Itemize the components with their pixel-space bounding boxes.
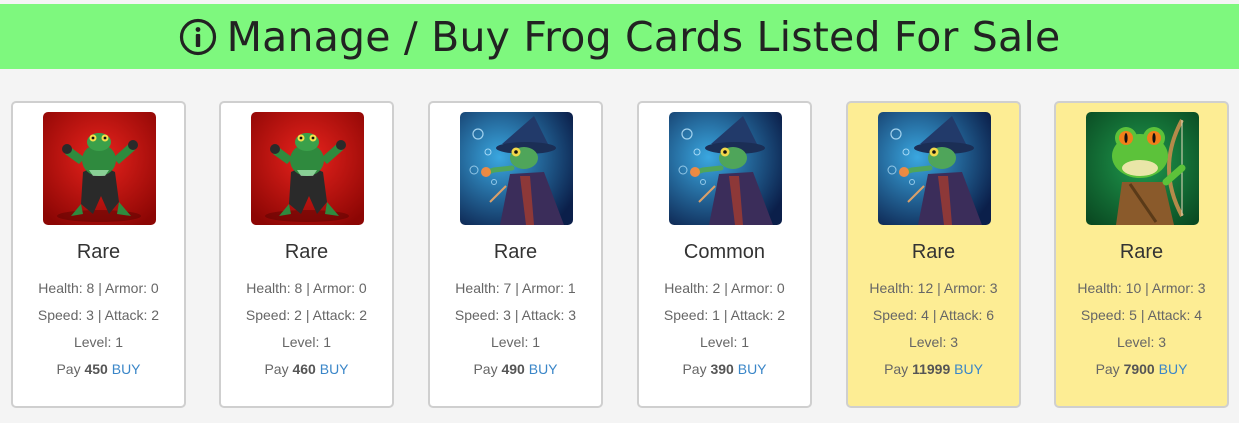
card-health-armor: Health: 8 | Armor: 0	[38, 280, 159, 296]
card-speed-attack: Speed: 3 | Attack: 3	[454, 307, 577, 323]
buy-button[interactable]: BUY	[112, 361, 141, 377]
card-price-row: Pay 450 BUY	[56, 361, 141, 377]
card-speed-attack: Speed: 4 | Attack: 6	[872, 307, 995, 323]
card-health-armor: Health: 12 | Armor: 3	[869, 280, 998, 296]
frog-card: Rare Health: 10 | Armor: 3 Speed: 5 | At…	[1054, 101, 1229, 408]
frog-card: Rare Health: 8 | Armor: 0 Speed: 2 | Att…	[219, 101, 394, 408]
frog-card-image	[669, 112, 782, 225]
info-circle-icon	[179, 18, 217, 56]
card-price: 7900	[1123, 361, 1155, 377]
frog-card-image	[251, 112, 364, 225]
buy-button[interactable]: BUY	[738, 361, 767, 377]
card-price: 11999	[912, 361, 951, 377]
card-rarity: Rare	[1119, 241, 1164, 263]
card-level: Level: 3	[1116, 334, 1167, 350]
frog-card: Rare Health: 12 | Armor: 3 Speed: 4 | At…	[846, 101, 1021, 408]
card-health-armor: Health: 10 | Armor: 3	[1077, 280, 1206, 296]
card-price: 490	[501, 361, 525, 377]
card-price-row: Pay 11999 BUY	[884, 361, 983, 377]
card-health-armor: Health: 7 | Armor: 1	[455, 280, 576, 296]
card-rarity: Rare	[284, 241, 329, 263]
card-rarity: Rare	[911, 241, 956, 263]
card-level: Level: 1	[73, 334, 124, 350]
frog-card-image	[460, 112, 573, 225]
card-price: 450	[84, 361, 108, 377]
buy-button[interactable]: BUY	[320, 361, 349, 377]
card-speed-attack: Speed: 2 | Attack: 2	[245, 307, 368, 323]
card-health-armor: Health: 8 | Armor: 0	[246, 280, 367, 296]
card-speed-attack: Speed: 5 | Attack: 4	[1080, 307, 1203, 323]
card-price-row: Pay 7900 BUY	[1095, 361, 1188, 377]
card-level: Level: 3	[908, 334, 959, 350]
buy-button[interactable]: BUY	[1159, 361, 1188, 377]
card-price: 460	[292, 361, 316, 377]
card-speed-attack: Speed: 3 | Attack: 2	[37, 307, 160, 323]
page-title: Manage / Buy Frog Cards Listed For Sale	[226, 12, 1061, 61]
frog-card-image	[1086, 112, 1199, 225]
card-price: 390	[710, 361, 734, 377]
card-rarity: Rare	[76, 241, 121, 263]
card-price-row: Pay 390 BUY	[682, 361, 767, 377]
card-price-row: Pay 460 BUY	[264, 361, 349, 377]
card-rarity: Rare	[493, 241, 538, 263]
card-level: Level: 1	[281, 334, 332, 350]
card-price-row: Pay 490 BUY	[473, 361, 558, 377]
page-header: Manage / Buy Frog Cards Listed For Sale	[0, 4, 1239, 69]
frog-card: Rare Health: 8 | Armor: 0 Speed: 3 | Att…	[11, 101, 186, 408]
card-level: Level: 1	[490, 334, 541, 350]
buy-button[interactable]: BUY	[954, 361, 983, 377]
card-speed-attack: Speed: 1 | Attack: 2	[663, 307, 786, 323]
frog-card: Rare Health: 7 | Armor: 1 Speed: 3 | Att…	[428, 101, 603, 408]
buy-button[interactable]: BUY	[529, 361, 558, 377]
card-rarity: Common	[683, 241, 766, 263]
card-health-armor: Health: 2 | Armor: 0	[664, 280, 785, 296]
card-level: Level: 1	[699, 334, 750, 350]
frog-card-image	[43, 112, 156, 225]
frog-card-image	[878, 112, 991, 225]
card-grid: Rare Health: 8 | Armor: 0 Speed: 3 | Att…	[11, 101, 1231, 409]
frog-card: Common Health: 2 | Armor: 0 Speed: 1 | A…	[637, 101, 812, 408]
